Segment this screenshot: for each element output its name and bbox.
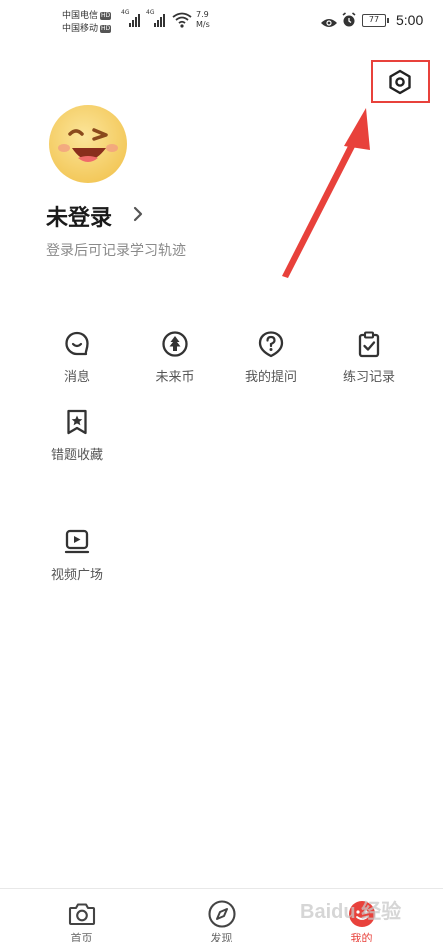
baidu-watermark: Baidu 经验 [300,901,402,923]
wifi-icon [172,12,192,32]
network-type-2: 4G [146,9,155,16]
status-clock: 5:00 [396,12,424,28]
speed-unit: M/s [196,20,210,29]
menu-item-messages[interactable]: 消息 [22,330,132,400]
menu-item-label: 错题收藏 [50,448,103,463]
nav-label: 首页 [70,932,93,942]
nav-home[interactable]: 首页 [8,889,155,942]
status-bar: 中国电信 HD 中国移动 HD 4G 4G 7.9 M/s 77 5:00 [0,0,443,44]
signal-icon-2: 4G [146,9,168,32]
hd-badge-2: HD [100,24,112,33]
message-icon [65,331,89,356]
bookmark-star-icon [67,409,87,435]
menu-item-practice-records[interactable]: 练习记录 [314,330,424,400]
menu-item-label: 视频广场 [50,568,103,583]
carrier-1-label: 中国电信 [62,11,99,21]
menu-item-my-questions[interactable]: 我的提问 [216,330,326,400]
annotation-arrow-icon [282,108,370,278]
clipboard-check-icon [358,331,380,358]
alarm-icon [341,12,357,32]
settings-hexagon-icon [389,69,411,95]
camera-icon [68,903,95,926]
video-play-icon [64,529,90,554]
network-type-1: 4G [121,9,130,16]
hd-badge-1: HD [100,11,112,20]
network-speed: 7.9 M/s [196,10,210,30]
login-subtitle: 登录后可记录学习轨迹 [46,243,186,259]
battery-indicator: 77 [362,14,389,27]
compass-icon [207,900,236,928]
eye-icon [320,14,338,33]
speed-value: 7.9 [196,10,209,19]
menu-item-label: 未来币 [155,370,195,385]
nav-label: 发现 [210,932,233,942]
menu-item-label: 消息 [63,370,90,385]
carrier-2-label: 中国移动 [62,24,99,34]
nav-label: 我的 [350,932,373,942]
avatar[interactable] [48,104,128,184]
chevron-right-icon[interactable] [130,204,146,224]
settings-button[interactable] [386,68,414,96]
menu-item-future-coins[interactable]: 未来币 [120,330,230,400]
signal-icon-1: 4G [121,9,143,32]
carrier-2: 中国移动 HD [62,23,112,35]
menu-item-label: 练习记录 [342,370,395,385]
menu-item-label: 我的提问 [244,370,297,385]
menu-item-video-plaza[interactable]: 视频广场 [22,528,132,598]
nav-discover[interactable]: 发现 [148,889,295,942]
menu-item-wrong-question-favorites[interactable]: 错题收藏 [22,408,132,478]
winking-emoji-avatar-icon [49,105,127,183]
carrier-1: 中国电信 HD [62,10,112,22]
tree-coin-icon [162,331,188,357]
login-title[interactable]: 未登录 [46,200,112,232]
question-icon [258,331,284,358]
